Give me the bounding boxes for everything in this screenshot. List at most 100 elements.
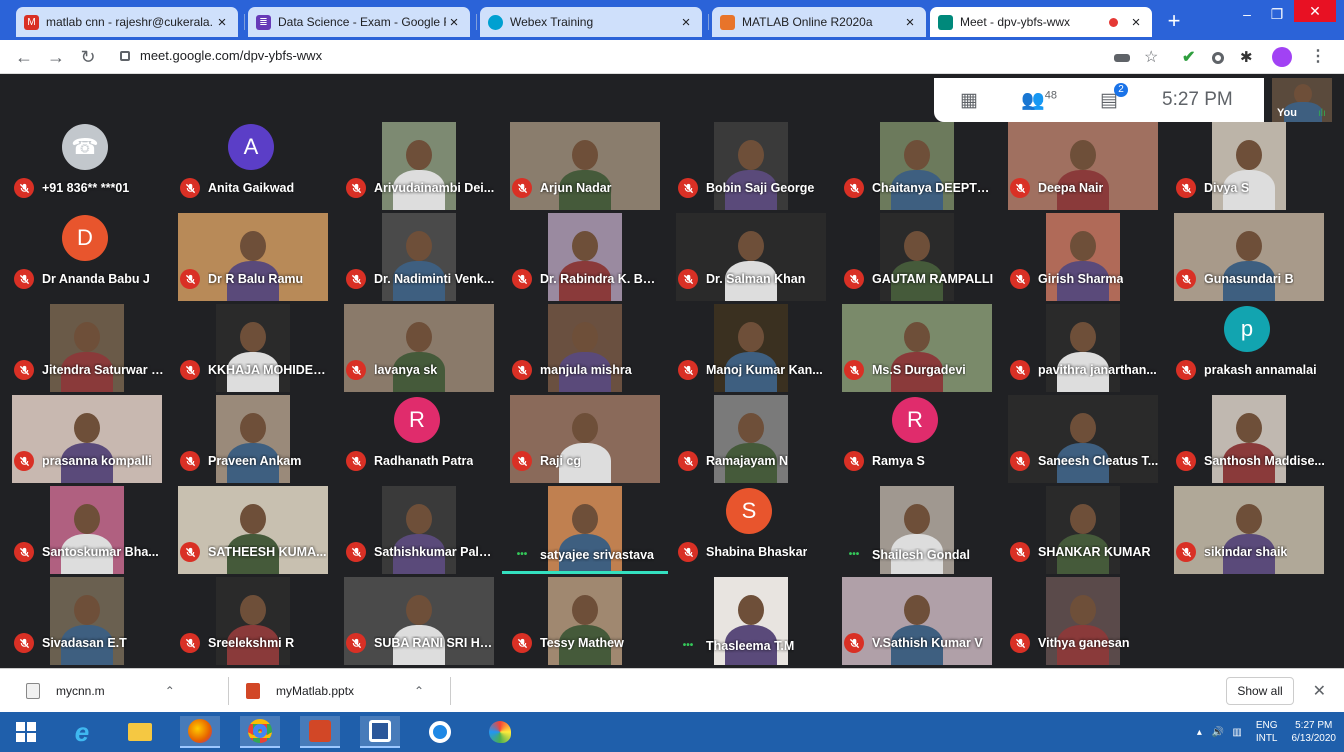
participant-tile[interactable]: Gunasundari B [1166,213,1332,301]
participant-tile[interactable]: Dr R Balu Ramu [170,213,336,301]
participant-tile[interactable]: Santhosh Maddise... [1166,395,1332,483]
participant-tile[interactable]: R Ramya S [834,395,1000,483]
participant-tile[interactable]: Santoskumar Bha... [4,486,170,574]
show-all-button[interactable]: Show all [1226,677,1294,705]
profile-avatar[interactable] [1272,47,1292,67]
participant-tile[interactable]: Manoj Kumar Kan... [668,304,834,392]
close-tab-icon[interactable]: × [214,14,230,31]
participant-tile[interactable]: Dr. Rabindra K. Barik [502,213,668,301]
participant-tile[interactable]: Arjun Nadar [502,122,668,210]
network-icon[interactable]: ▥ [1232,727,1241,738]
forward-button[interactable]: → [44,45,68,69]
reload-button[interactable]: ↻ [76,45,100,69]
participant-tile[interactable]: KKHAJA MOHIDEE... [170,304,336,392]
participant-tile[interactable]: SUBA RANI SRI HA... [336,577,502,665]
participant-tile[interactable]: ••• Thasleema T.M [668,577,834,665]
participant-tile[interactable]: GAUTAM RAMPALLI [834,213,1000,301]
tab-gmail[interactable]: M matlab cnn - rajeshr@cukerala. × [16,7,238,37]
checkmark-extension-icon[interactable]: ✔ [1182,47,1198,66]
tab-forms[interactable]: ≣ Data Science - Exam - Google F × [248,7,470,37]
participant-tile[interactable]: S Shabina Bhaskar [668,486,834,574]
close-tab-icon[interactable]: × [1128,14,1144,31]
internet-explorer-icon[interactable]: e [62,716,102,748]
participant-tile[interactable]: ••• satyajee srivastava [502,486,668,574]
participant-tile[interactable]: R Radhanath Patra [336,395,502,483]
close-tab-icon[interactable]: × [902,14,918,31]
grid-layout-icon[interactable]: ▦ [934,89,1004,112]
download-filename: myMatlab.pptx [276,684,355,698]
participant-tile[interactable]: SATHEESH KUMA... [170,486,336,574]
show-hidden-icons-icon[interactable]: ▴ [1197,727,1202,738]
participant-tile[interactable]: Praveen Ankam [170,395,336,483]
tab-webex[interactable]: Webex Training × [480,7,702,37]
minimize-button[interactable]: – [1232,0,1262,28]
close-window-button[interactable]: ✕ [1294,0,1336,22]
participant-tile[interactable]: prasanna kompalli [4,395,170,483]
participant-tile[interactable]: Sreelekshmi R [170,577,336,665]
camera-indicator-icon[interactable] [1114,54,1130,62]
tab-meet[interactable]: Meet - dpv-ybfs-wwx × [930,7,1152,37]
download-item-mycnn[interactable]: mycnn.m ⌃ [26,669,175,713]
firefox-icon[interactable] [180,716,220,748]
participant-tile[interactable]: Arivudainambi Dei... [336,122,502,210]
participant-tile[interactable]: Vithya ganesan [1000,577,1166,665]
participant-name: satyajee srivastava [540,548,654,562]
maximize-button[interactable]: ❐ [1262,0,1292,28]
chrome-icon[interactable] [240,716,280,748]
participant-tile[interactable]: Deepa Nair [1000,122,1166,210]
participant-tile[interactable]: p prakash annamalai [1166,304,1332,392]
participant-tile[interactable]: A Anita Gaikwad [170,122,336,210]
puzzle-extensions-icon[interactable]: ✱ [1240,48,1256,66]
participant-tile[interactable]: Chaitanya DEEPTH... [834,122,1000,210]
self-view-tile[interactable]: You ılı [1272,78,1332,122]
chevron-up-icon[interactable]: ⌃ [414,684,424,698]
download-item-mymatlab[interactable]: myMatlab.pptx ⌃ [246,669,424,713]
participant-tile[interactable]: Tessy Mathew [502,577,668,665]
participant-tile[interactable]: Jitendra Saturwar [... [4,304,170,392]
tab-matlab[interactable]: MATLAB Online R2020a × [712,7,926,37]
file-explorer-icon[interactable] [120,716,160,748]
participant-tile[interactable]: D Dr Ananda Babu J [4,213,170,301]
language-indicator[interactable]: ENG INTL [1256,719,1278,745]
volume-icon[interactable]: 🔊 [1212,727,1224,738]
participant-tile[interactable]: Bobin Saji George [668,122,834,210]
bookmark-star-icon[interactable]: ☆ [1144,47,1160,66]
circle-extension-icon[interactable] [1212,52,1224,64]
participant-tile[interactable]: Sivadasan E.T [4,577,170,665]
participant-tile[interactable]: lavanya sk [336,304,502,392]
paint-icon[interactable] [480,716,520,748]
participant-name: Ramya S [872,454,925,468]
menu-icon[interactable]: ⋮ [1310,46,1326,65]
participant-tile[interactable]: Dr. Nadiminti Venk... [336,213,502,301]
windows-start-icon[interactable] [6,716,46,748]
system-clock[interactable]: 5:27 PM 6/13/2020 [1292,719,1337,745]
word-icon[interactable] [360,716,400,748]
url-field[interactable]: meet.google.com/dpv-ybfs-wwx [120,48,322,63]
participant-tile[interactable]: pavithra janarthan... [1000,304,1166,392]
participant-tile[interactable]: manjula mishra [502,304,668,392]
participant-tile[interactable]: Sathishkumar Pala... [336,486,502,574]
participant-tile[interactable]: Girish Sharma [1000,213,1166,301]
chevron-up-icon[interactable]: ⌃ [165,684,175,698]
close-tab-icon[interactable]: × [678,14,694,31]
participant-tile[interactable]: Raji cg [502,395,668,483]
participant-tile[interactable]: Ms.S Durgadevi [834,304,1000,392]
powerpoint-icon[interactable] [300,716,340,748]
participant-tile[interactable]: Ramajayam N [668,395,834,483]
close-tab-icon[interactable]: × [446,14,462,31]
participant-tile[interactable]: Divya S [1166,122,1332,210]
back-button[interactable]: ← [12,45,36,69]
new-tab-button[interactable]: + [1162,9,1186,33]
participant-tile[interactable]: Saneesh Cleatus T... [1000,395,1166,483]
participant-tile[interactable]: Dr. Salman Khan [668,213,834,301]
participant-tile[interactable]: V.Sathish Kumar V [834,577,1000,665]
close-downloads-button[interactable]: ✕ [1313,681,1326,701]
participant-tile[interactable]: ☎ +91 836** ***01 [4,122,170,210]
chat-button[interactable]: ▤ 2 [1074,82,1144,112]
people-button[interactable]: 👥48 [1004,88,1074,112]
participant-tile[interactable]: SHANKAR KUMAR [1000,486,1166,574]
quicktime-icon[interactable] [420,716,460,748]
participant-tile[interactable]: sikindar shaik [1166,486,1332,574]
participant-name-bar: Praveen Ankam [180,451,330,471]
participant-tile[interactable]: ••• Shailesh Gondal [834,486,1000,574]
